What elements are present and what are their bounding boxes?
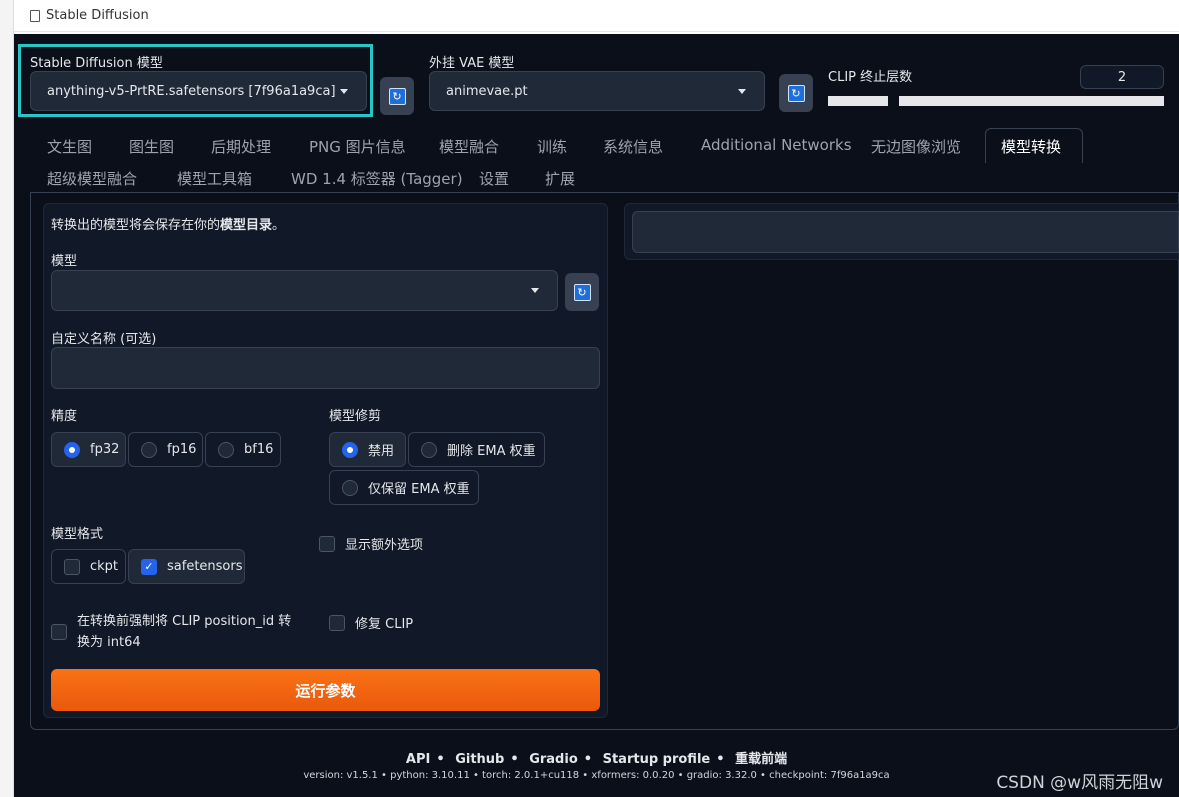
tab-txt2img[interactable]: 文生图: [47, 136, 92, 157]
footer-link-reload-ui[interactable]: 重载前端: [735, 752, 787, 767]
footer-link-api[interactable]: API: [406, 752, 430, 767]
vae-label: 外挂 VAE 模型: [429, 56, 515, 71]
browser-title-bar: Stable Diffusion: [14, 0, 1179, 32]
custom-name-label: 自定义名称 (可选): [51, 332, 157, 347]
format-option-ckpt[interactable]: ckpt: [51, 549, 126, 584]
prune-option-ema-only[interactable]: 仅保留 EMA 权重: [329, 470, 479, 505]
precision-option-bf16[interactable]: bf16: [205, 432, 281, 467]
watermark: CSDN @w风雨无阻w: [996, 773, 1163, 793]
tab-tagger[interactable]: WD 1.4 标签器 (Tagger): [291, 168, 463, 189]
document-icon: [30, 9, 40, 22]
force-clip-int64-checkbox[interactable]: 在转换前强制将 CLIP position_id 转换为 int64: [51, 611, 301, 653]
run-button[interactable]: 运行参数: [51, 669, 600, 711]
checkbox-unchecked-icon: [319, 535, 335, 552]
sd-model-select[interactable]: anything-v5-PrtRE.safetensors [7f96a1a9c…: [30, 71, 367, 111]
left-edge-strip: [0, 0, 14, 797]
format-label: 模型格式: [51, 527, 104, 542]
prune-option-no-ema[interactable]: 删除 EMA 权重: [408, 432, 545, 467]
tab-additional-networks[interactable]: Additional Networks: [701, 136, 852, 154]
radio-unchecked-icon: [141, 441, 157, 458]
format-option-safetensors[interactable]: ✓ safetensors: [128, 549, 245, 584]
tab-extras[interactable]: 后期处理: [211, 136, 271, 157]
vae-value: animevae.pt: [446, 83, 528, 99]
sd-model-label: Stable Diffusion 模型: [30, 56, 163, 71]
prune-option-disabled[interactable]: 禁用: [329, 432, 406, 467]
chevron-down-icon: [738, 89, 746, 94]
precision-option-fp32[interactable]: fp32: [51, 432, 126, 467]
clip-skip-slider-handle[interactable]: [888, 96, 899, 106]
vae-select[interactable]: animevae.pt: [429, 71, 765, 111]
refresh-icon: ↻: [573, 283, 591, 301]
radio-unchecked-icon: [421, 441, 437, 458]
checkbox-checked-icon: ✓: [141, 558, 157, 575]
tab-png-info[interactable]: PNG 图片信息: [309, 136, 406, 157]
vae-refresh-button[interactable]: ↻: [779, 74, 813, 112]
clip-skip-slider[interactable]: [828, 96, 1164, 106]
window-title: Stable Diffusion: [46, 8, 149, 23]
model-select[interactable]: [51, 270, 558, 311]
footer-link-github[interactable]: Github: [455, 752, 504, 767]
show-extra-options-checkbox[interactable]: 显示额外选项: [319, 534, 423, 553]
radio-unchecked-icon: [218, 441, 234, 458]
tab-super-merger[interactable]: 超级模型融合: [47, 168, 137, 189]
radio-checked-icon: [342, 441, 358, 458]
checkbox-unchecked-icon: [329, 614, 345, 631]
tab-model-converter[interactable]: 模型转换: [1001, 136, 1061, 157]
model-label: 模型: [51, 254, 78, 269]
sd-model-value: anything-v5-PrtRE.safetensors [7f96a1a9c…: [47, 83, 336, 99]
tab-image-browser[interactable]: 无边图像浏览: [871, 136, 961, 157]
tab-extensions[interactable]: 扩展: [545, 168, 575, 189]
chevron-down-icon: [531, 288, 539, 293]
custom-name-input[interactable]: [51, 347, 600, 389]
refresh-icon: ↻: [388, 87, 406, 105]
precision-label: 精度: [51, 409, 78, 424]
prune-label: 模型修剪: [329, 409, 382, 424]
clip-skip-number-input[interactable]: 2: [1080, 65, 1164, 89]
fix-clip-checkbox[interactable]: 修复 CLIP: [329, 613, 413, 632]
footer-links: API • Github • Gradio • Startup profile • 重载…: [405, 752, 788, 767]
radio-checked-icon: [64, 441, 80, 458]
precision-option-fp16[interactable]: fp16: [128, 432, 203, 467]
tab-img2img[interactable]: 图生图: [129, 136, 174, 157]
tab-model-toolkit[interactable]: 模型工具箱: [177, 168, 252, 189]
checkbox-unchecked-icon: [51, 624, 67, 640]
tab-settings[interactable]: 设置: [479, 168, 509, 189]
tab-checkpoint-merger[interactable]: 模型融合: [439, 136, 499, 157]
radio-unchecked-icon: [342, 479, 358, 496]
app-root: Stable Diffusion 模型 anything-v5-PrtRE.sa…: [14, 34, 1179, 797]
output-text: [632, 211, 1179, 253]
clip-skip-label: CLIP 终止层数: [828, 70, 913, 85]
tab-train[interactable]: 训练: [537, 136, 567, 157]
save-info-text: 转换出的模型将会保存在你的模型目录。: [51, 218, 286, 233]
model-refresh-button[interactable]: ↻: [565, 273, 599, 311]
refresh-icon: ↻: [787, 84, 805, 102]
chevron-down-icon: [340, 89, 348, 94]
footer-link-gradio[interactable]: Gradio: [529, 752, 578, 767]
sd-model-refresh-button[interactable]: ↻: [380, 77, 414, 115]
checkbox-unchecked-icon: [64, 558, 80, 575]
footer-link-startup-profile[interactable]: Startup profile: [603, 752, 711, 767]
tab-system-info[interactable]: 系统信息: [603, 136, 663, 157]
